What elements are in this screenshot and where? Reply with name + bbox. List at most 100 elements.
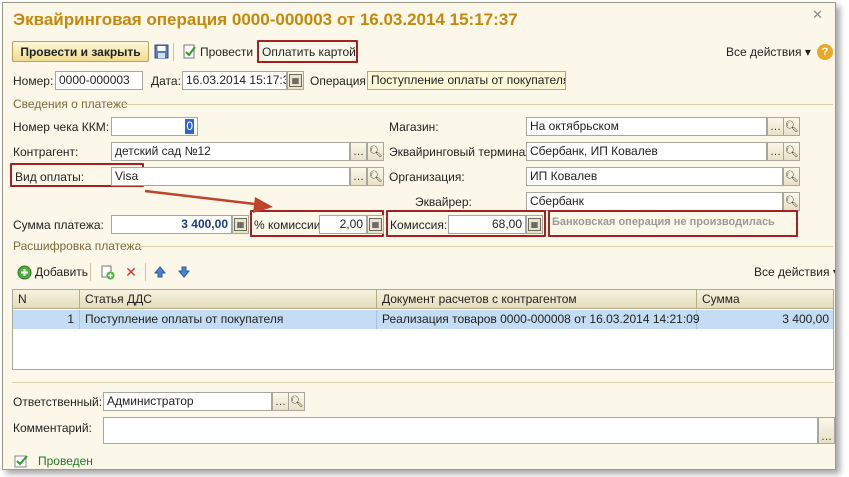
number-label: Номер: — [13, 74, 54, 88]
magnifier-icon: 🔍︎ — [368, 146, 383, 158]
document-window: Эквайринговая операция 0000-000003 от 16… — [2, 2, 836, 470]
date-label: Дата: — [151, 74, 181, 88]
magnifier-icon: 🔍︎ — [289, 396, 304, 408]
responsible-label: Ответственный: — [13, 395, 103, 409]
acquirer-field[interactable]: Сбербанк — [526, 192, 783, 211]
commission-field[interactable]: 68,00 — [448, 215, 526, 234]
cell-document: Реализация товаров 0000-000008 от 16.03.… — [377, 310, 700, 329]
sum-field[interactable]: 3 400,00 — [111, 215, 232, 234]
post-button[interactable]: Провести — [200, 45, 253, 59]
commission-pct-field[interactable]: 2,00 — [319, 215, 367, 234]
receipt-number-field[interactable]: 0 — [111, 117, 198, 136]
magnifier-icon: 🔍︎ — [784, 146, 799, 158]
responsible-select-button[interactable]: … — [272, 392, 289, 411]
copy-row-icon[interactable] — [99, 264, 115, 280]
contractor-label: Контрагент: — [13, 145, 79, 159]
store-select-button[interactable]: … — [767, 117, 784, 136]
magnifier-icon: 🔍︎ — [784, 121, 799, 133]
breakdown-section-title: Расшифровка платежа — [13, 239, 142, 253]
chevron-down-icon: ▾ — [804, 45, 811, 59]
organization-field[interactable]: ИП Ковалев — [526, 167, 783, 186]
comment-expand-button[interactable]: … — [818, 417, 835, 444]
chevron-down-icon: ▾ — [833, 265, 835, 279]
terminal-open-button[interactable]: 🔍︎ — [783, 142, 800, 161]
comment-label: Комментарий: — [13, 421, 92, 435]
add-icon — [16, 264, 32, 280]
receipt-label: Номер чека ККМ: — [13, 120, 110, 134]
breakdown-table: N Статья ДДС Документ расчетов с контраг… — [12, 289, 834, 370]
sum-calculator-button[interactable]: ▦ — [232, 215, 249, 234]
posted-icon — [13, 453, 29, 469]
sum-label: Сумма платежа: — [13, 218, 104, 232]
responsible-field[interactable]: Администратор — [103, 392, 272, 411]
toolbar-divider — [173, 43, 174, 61]
help-icon[interactable]: ? — [817, 44, 833, 60]
add-row-button[interactable]: Добавить — [35, 265, 88, 279]
calendar-button[interactable]: ▦ — [287, 71, 304, 90]
breakdown-all-actions-menu[interactable]: Все действия ▾ — [754, 265, 835, 279]
operation-label: Операция: — [310, 74, 370, 88]
cell-sum: 3 400,00 — [782, 312, 829, 326]
magnifier-icon: 🔍︎ — [368, 171, 383, 183]
paytype-select-button[interactable]: … — [350, 167, 367, 186]
terminal-field[interactable]: Сбербанк, ИП Ковалев — [526, 142, 767, 161]
contractor-field[interactable]: детский сад №12 — [111, 142, 350, 161]
bank-status-text: Банковская операция не производилась — [552, 216, 775, 228]
table-row[interactable]: 1 Поступление оплаты от покупателя Реали… — [13, 310, 833, 329]
commission-calculator-button[interactable]: ▦ — [526, 215, 543, 234]
terminal-label: Эквайринговый терминал: — [389, 145, 536, 159]
column-header-n[interactable]: N — [13, 290, 80, 309]
date-field[interactable]: 16.03.2014 15:17:37 — [182, 71, 287, 90]
calculator-icon: ▦ — [234, 218, 247, 231]
posted-status: Проведен — [38, 454, 93, 468]
payment-section-divider — [123, 104, 833, 105]
toolbar-divider — [90, 263, 91, 281]
responsible-open-button[interactable]: 🔍︎ — [288, 392, 305, 411]
post-and-close-button[interactable]: Провести и закрыть — [12, 41, 149, 62]
acquirer-label: Эквайрер: — [415, 195, 472, 209]
pay-card-button[interactable]: Оплатить картой — [262, 45, 356, 59]
receipt-number-value: 0 — [185, 119, 194, 134]
store-field[interactable]: На октябрьском — [526, 117, 767, 136]
acquirer-open-button[interactable]: 🔍︎ — [783, 192, 800, 211]
contractor-open-button[interactable]: 🔍︎ — [367, 142, 384, 161]
toolbar-divider — [145, 263, 146, 281]
all-actions-menu[interactable]: Все действия ▾ — [726, 45, 811, 59]
magnifier-icon: 🔍︎ — [784, 171, 799, 183]
commission-label: Комиссия: — [390, 218, 448, 232]
cell-article: Поступление оплаты от покупателя — [80, 310, 377, 329]
column-header-document[interactable]: Документ расчетов с контрагентом — [377, 290, 697, 309]
column-header-article[interactable]: Статья ДДС — [80, 290, 377, 309]
annotation-arrow-icon — [144, 189, 273, 213]
column-header-sum[interactable]: Сумма — [697, 290, 834, 309]
magnifier-icon: 🔍︎ — [784, 196, 799, 208]
store-open-button[interactable]: 🔍︎ — [783, 117, 800, 136]
cell-n: 1 — [13, 310, 80, 329]
organization-label: Организация: — [389, 170, 465, 184]
commission-pct-label: % комиссии: — [254, 218, 324, 232]
terminal-select-button[interactable]: … — [767, 142, 784, 161]
post-icon[interactable] — [181, 43, 197, 59]
move-down-icon[interactable] — [176, 264, 192, 280]
organization-open-button[interactable]: 🔍︎ — [783, 167, 800, 186]
contractor-select-button[interactable]: … — [350, 142, 367, 161]
table-header: N Статья ДДС Документ расчетов с контраг… — [13, 290, 833, 309]
calendar-icon: ▦ — [289, 74, 302, 87]
close-icon[interactable]: ✕ — [812, 7, 823, 23]
comment-field[interactable] — [103, 417, 818, 444]
store-label: Магазин: — [389, 120, 439, 134]
number-field[interactable]: 0000-000003 — [55, 71, 143, 90]
commission-pct-calculator-button[interactable]: ▦ — [367, 215, 384, 234]
breakdown-all-actions-label: Все действия — [754, 265, 830, 279]
paytype-label: Вид оплаты: — [15, 170, 85, 184]
delete-row-icon[interactable]: ✕ — [123, 264, 139, 280]
calculator-icon: ▦ — [528, 218, 541, 231]
paytype-open-button[interactable]: 🔍︎ — [367, 167, 384, 186]
all-actions-label: Все действия — [726, 45, 802, 59]
operation-field[interactable]: Поступление оплаты от покупателя — [367, 71, 566, 90]
footer-divider — [12, 382, 834, 383]
calculator-icon: ▦ — [369, 218, 382, 231]
payment-section-title: Сведения о платеже — [13, 97, 128, 111]
move-up-icon[interactable] — [152, 264, 168, 280]
save-icon[interactable] — [153, 43, 169, 59]
